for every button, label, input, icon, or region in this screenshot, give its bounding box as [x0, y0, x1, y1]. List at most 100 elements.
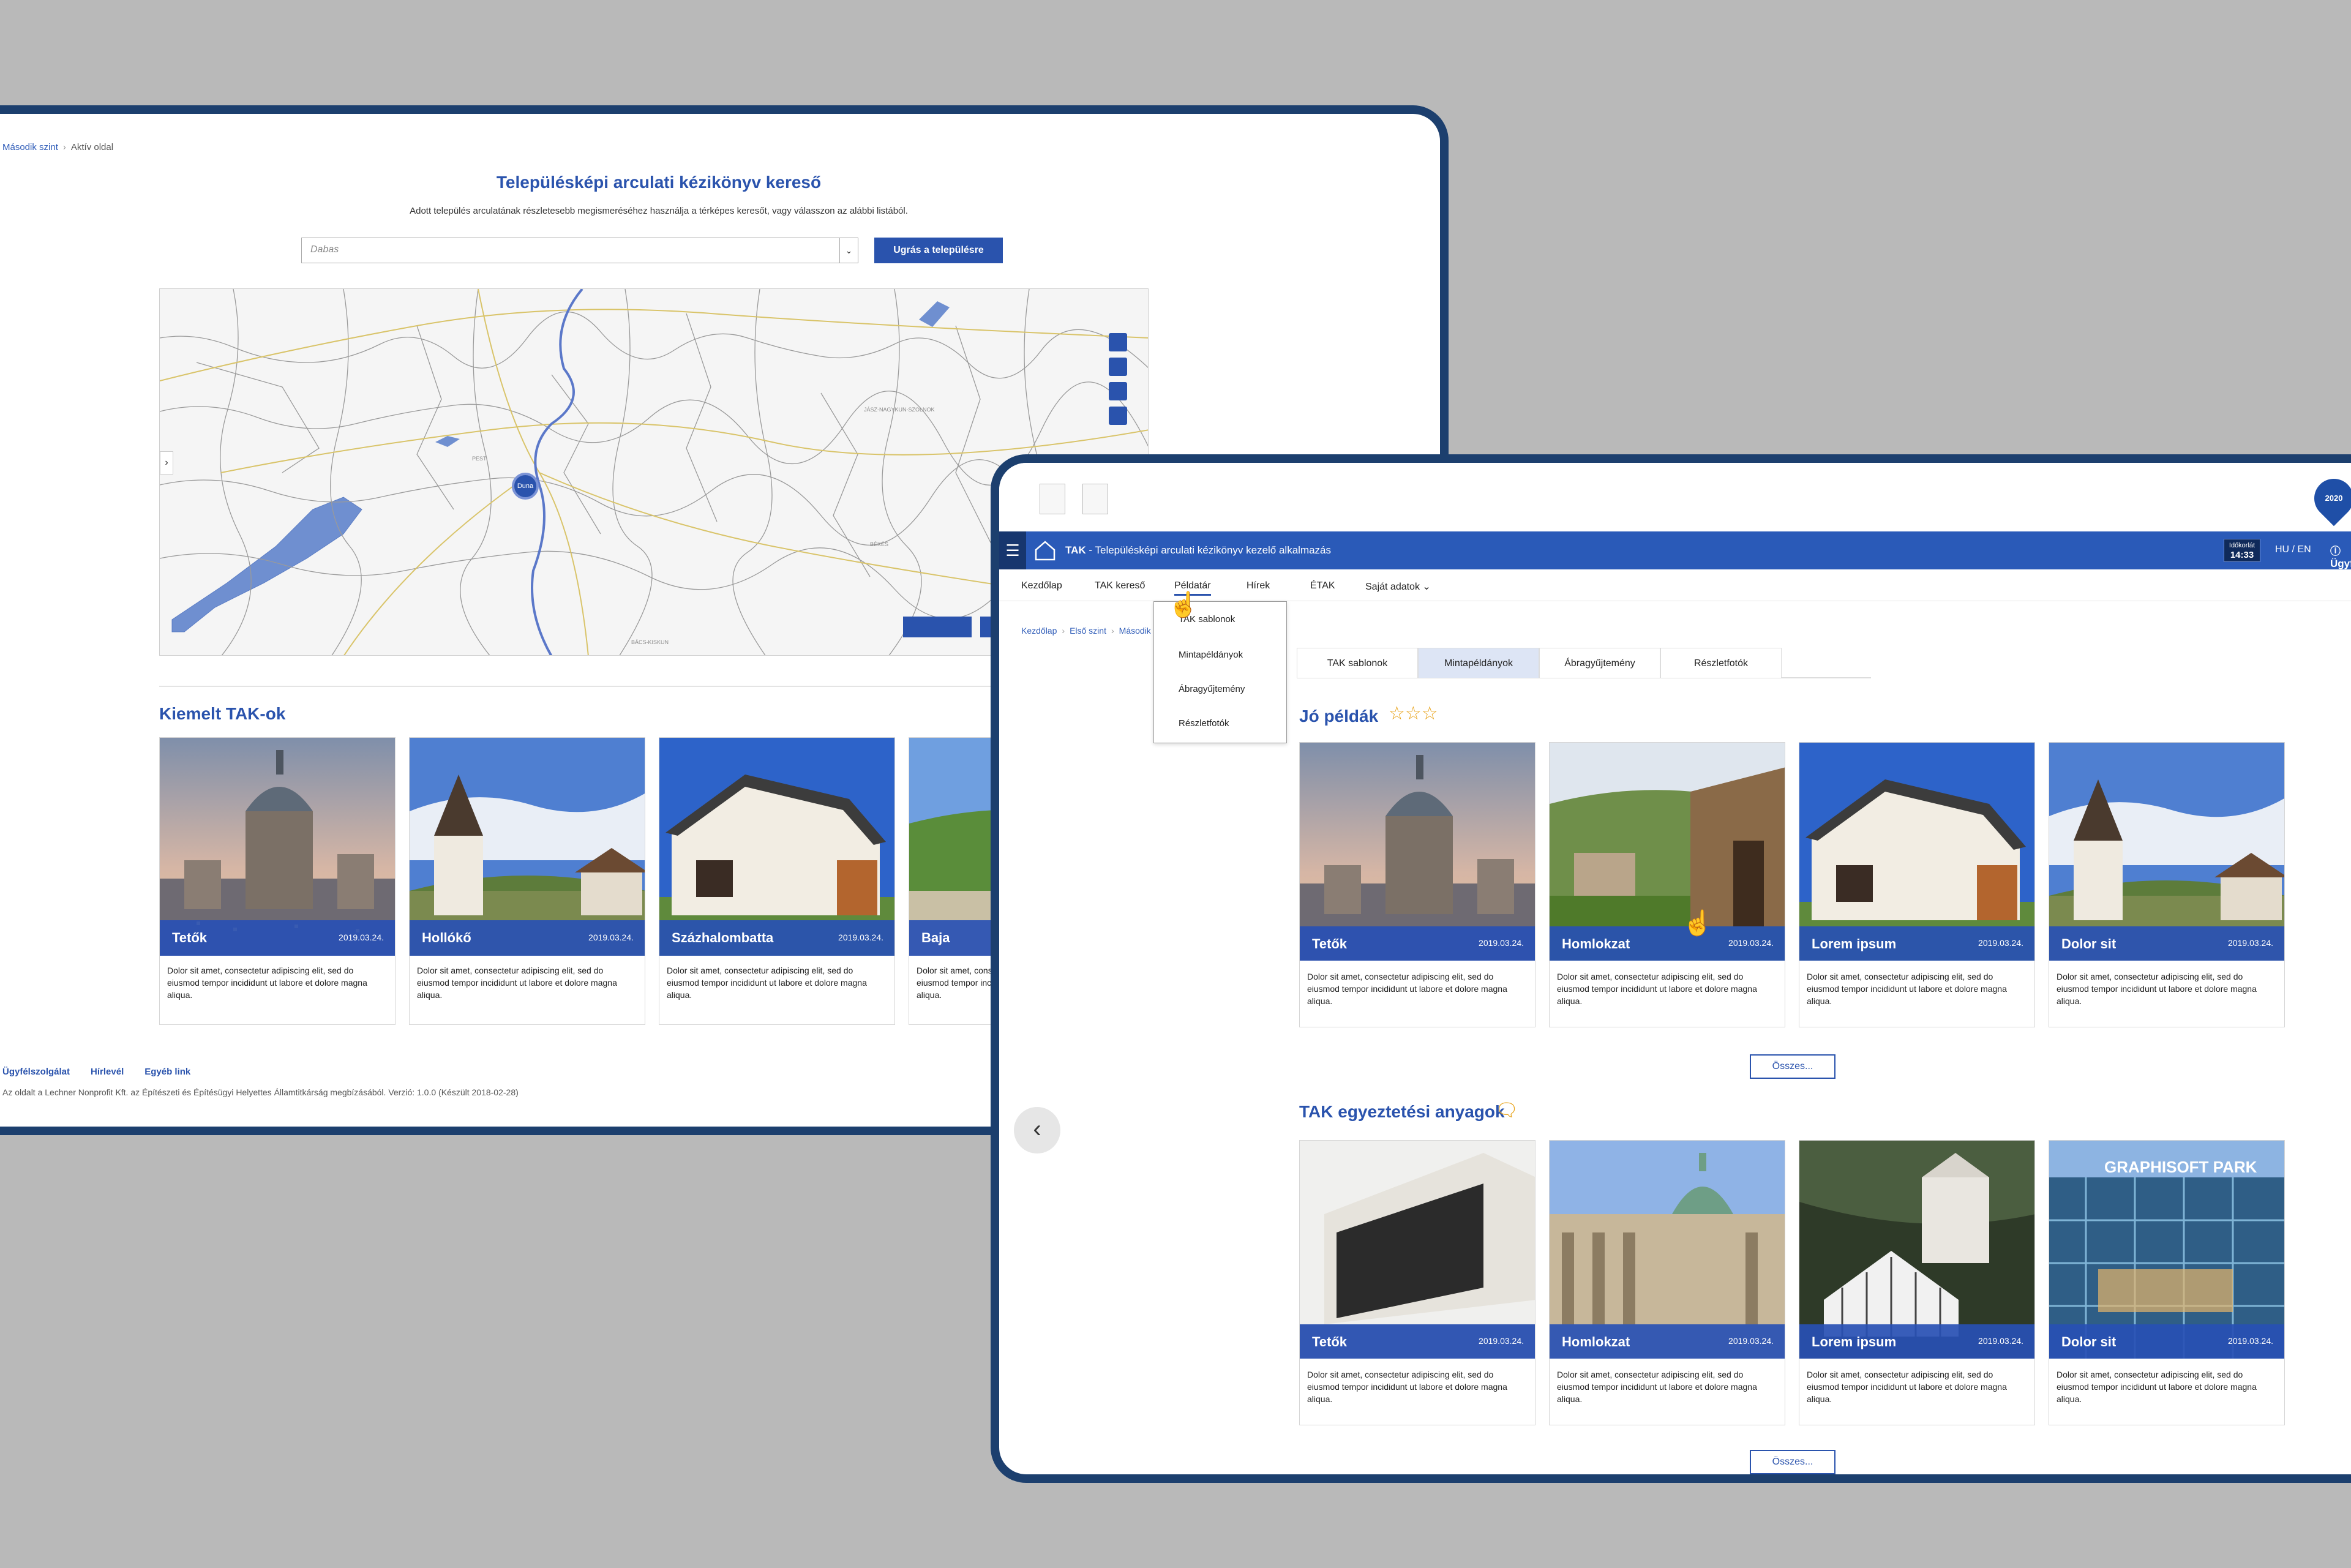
lechner-logo: [1082, 484, 1108, 514]
card-title: Homlokzat: [1562, 936, 1630, 951]
tab-figures[interactable]: Ábragyűjtemény: [1539, 648, 1660, 678]
example-card[interactable]: Tetők 2019.03.24. Dolor sit amet, consect…: [1299, 742, 1535, 1027]
nav-item-news[interactable]: Hírek: [1247, 580, 1270, 591]
stars-icon: ☆☆☆: [1389, 703, 1438, 724]
hand-cursor-icon: ☝: [1682, 910, 1713, 937]
example-card[interactable]: Homlokzat 2019.03.24. Dolor sit amet, con…: [1549, 742, 1785, 1027]
svg-text:JÁSZ-NAGYKUN-SZOLNOK: JÁSZ-NAGYKUN-SZOLNOK: [864, 407, 935, 413]
card-text: Dolor sit amet, consectetur adipiscing e…: [2057, 972, 2257, 1006]
card-title: Tetők: [172, 930, 208, 945]
card-date: 2019.03.24.: [1728, 938, 1774, 948]
government-logo: [1040, 484, 1065, 514]
tab-templates[interactable]: TAK sablonok: [1297, 648, 1418, 678]
jump-to-settlement-button[interactable]: Ugrás a településre: [874, 238, 1003, 263]
top-logo-bar: 2020: [999, 463, 2351, 531]
section-title-good-examples: Jó példák: [1299, 707, 1379, 726]
card-date: 2019.03.24.: [339, 932, 384, 942]
card-text: Dolor sit amet, consectetur adipiscing e…: [1807, 972, 2007, 1006]
card-text: Dolor sit amet, consectetur adipiscing e…: [1557, 972, 1757, 1006]
help-link[interactable]: ⓘ Ügyfélszolgálat: [2330, 542, 2351, 570]
footer-links: Ügyfélszolgálat Hírlevél Egyéb link: [2, 1067, 211, 1077]
language-switch[interactable]: HU / EN: [2275, 544, 2311, 555]
featured-title: Kiemelt TAK-ok: [159, 704, 286, 723]
coordination-card[interactable]: GRAPHISOFT PARK Dolor sit 2019.03.24. Dol…: [2049, 1140, 2285, 1425]
card-date: 2019.03.24.: [1728, 1336, 1774, 1346]
page-title: Településképi arculati kézikönyv kereső: [496, 173, 822, 192]
card-text: Dolor sit amet, consectetur adipiscing e…: [667, 966, 867, 1000]
footer-text: Az oldalt a Lechner Nonprofit Kft. az Ép…: [2, 1087, 519, 1097]
card-title: Lorem ipsum: [1812, 1334, 1897, 1349]
session-timer: Időkorlát 14:33: [2224, 539, 2260, 562]
breadcrumb-item[interactable]: Kezdőlap: [1021, 626, 1057, 636]
svg-text:PEST: PEST: [472, 456, 487, 462]
breadcrumb-active: Aktív oldal: [70, 142, 114, 152]
card-text: Dolor sit amet, consectetur adipiscing e…: [1307, 972, 1507, 1006]
map-layers-button[interactable]: [1109, 382, 1127, 400]
map-action-button[interactable]: [903, 617, 972, 637]
hamburger-menu-icon[interactable]: ☰: [999, 531, 1026, 569]
nav-item-my-data[interactable]: Saját adatok ⌄: [1365, 580, 1431, 593]
card-date: 2019.03.24.: [1978, 1336, 2023, 1346]
examples-dropdown-menu: TAK sablonok Mintapéldányok Ábragyűjtemé…: [1153, 601, 1287, 743]
breadcrumb-level[interactable]: Második szint: [2, 142, 58, 152]
card-text: Dolor sit amet, consectetur adipiscing e…: [1807, 1370, 2007, 1404]
featured-card[interactable]: Százhalombatta 2019.03.24. Dolor sit amet…: [659, 737, 895, 1025]
card-title: Lorem ipsum: [1812, 936, 1897, 951]
card-title: Homlokzat: [1562, 1334, 1630, 1349]
location-pin-icon: 2020: [2306, 470, 2351, 527]
tak-app-screen: 2020 ☰ TAK - Településképi arculati kézi…: [991, 454, 2351, 1483]
nav-item-tak-search[interactable]: TAK kereső: [1095, 580, 1145, 591]
svg-text:BÁCS-KISKUN: BÁCS-KISKUN: [631, 639, 669, 645]
map-zoom-out-button[interactable]: [1109, 358, 1127, 376]
main-nav: Kezdőlap TAK kereső Példatár Hírek ÉTAK …: [999, 569, 2351, 601]
svg-text:BÉKÉS: BÉKÉS: [870, 541, 888, 547]
card-date: 2019.03.24.: [2228, 1336, 2273, 1346]
card-date: 2019.03.24.: [1978, 938, 2023, 948]
settlement-select[interactable]: Dabas ⌄: [301, 238, 858, 263]
card-title: Baja: [921, 930, 950, 945]
footer-link[interactable]: Ügyfélszolgálat: [2, 1067, 70, 1077]
card-date: 2019.03.24.: [2228, 938, 2273, 948]
coordination-card[interactable]: Lorem ipsum 2019.03.24. Dolor sit amet, c…: [1799, 1140, 2035, 1425]
tab-samples[interactable]: Mintapéldányok: [1418, 648, 1539, 678]
page-subtitle: Adott település arculatának részletesebb…: [410, 206, 908, 216]
coordination-card[interactable]: Tetők 2019.03.24. Dolor sit amet, consect…: [1299, 1140, 1535, 1425]
home-icon[interactable]: [1033, 540, 1057, 561]
card-date: 2019.03.24.: [588, 932, 634, 942]
nav-item-home[interactable]: Kezdőlap: [1021, 580, 1062, 591]
breadcrumb: Kezdőlap › Első szint › Második szint: [1021, 626, 1171, 636]
dropdown-item-samples[interactable]: Mintapéldányok: [1179, 650, 1243, 660]
card-text: Dolor sit amet, consectetur adipiscing e…: [2057, 1370, 2257, 1404]
coordination-card[interactable]: Homlokzat 2019.03.24. Dolor sit amet, con…: [1549, 1140, 1785, 1425]
dropdown-item-detail-photos[interactable]: Részletfotók: [1179, 718, 1229, 729]
featured-card[interactable]: Hollókő 2019.03.24. Dolor sit amet, conse…: [409, 737, 645, 1025]
card-title: Tetők: [1312, 936, 1348, 951]
map-zoom-in-button[interactable]: [1109, 333, 1127, 351]
map-panel-toggle-icon[interactable]: ›: [160, 451, 173, 475]
card-title: Hollókő: [422, 930, 471, 945]
chevron-down-icon: ⌄: [839, 238, 858, 263]
card-text: Dolor sit amet, consectetur adipiscing e…: [167, 966, 367, 1000]
app-title: TAK - Településképi arculati kézikönyv k…: [1065, 544, 1332, 556]
card-text: Dolor sit amet, consectetur adipiscing e…: [1557, 1370, 1757, 1404]
footer-link[interactable]: Hírlevél: [91, 1067, 124, 1077]
show-all-button[interactable]: Összes...: [1750, 1054, 1835, 1079]
nav-item-etak[interactable]: ÉTAK: [1310, 580, 1335, 591]
breadcrumb-item[interactable]: Első szint: [1070, 626, 1106, 636]
footer-link[interactable]: Egyéb link: [144, 1067, 190, 1077]
card-title: Dolor sit: [2061, 936, 2117, 951]
map-fullscreen-button[interactable]: [1109, 407, 1127, 425]
card-date: 2019.03.24.: [838, 932, 883, 942]
chevron-left-icon[interactable]: ‹: [1014, 1107, 1060, 1153]
map-marker[interactable]: Duna: [512, 473, 539, 500]
example-card[interactable]: Lorem ipsum 2019.03.24. Dolor sit amet, c…: [1799, 742, 2035, 1027]
dropdown-item-figures[interactable]: Ábragyűjtemény: [1179, 684, 1245, 694]
card-title: Százhalombatta: [672, 930, 774, 945]
card-date: 2019.03.24.: [1479, 938, 1524, 948]
tab-detail-photos[interactable]: Részletfotók: [1660, 648, 1782, 678]
example-card[interactable]: Dolor sit 2019.03.24. Dolor sit amet, con…: [2049, 742, 2285, 1027]
featured-card[interactable]: Tetők 2019.03.24. Dolor sit amet, consect…: [159, 737, 396, 1025]
comment-icon: 🗨: [1495, 1100, 1519, 1120]
show-all-button-2[interactable]: Összes...: [1750, 1450, 1835, 1474]
card-text: Dolor sit amet, consectetur adipiscing e…: [417, 966, 617, 1000]
